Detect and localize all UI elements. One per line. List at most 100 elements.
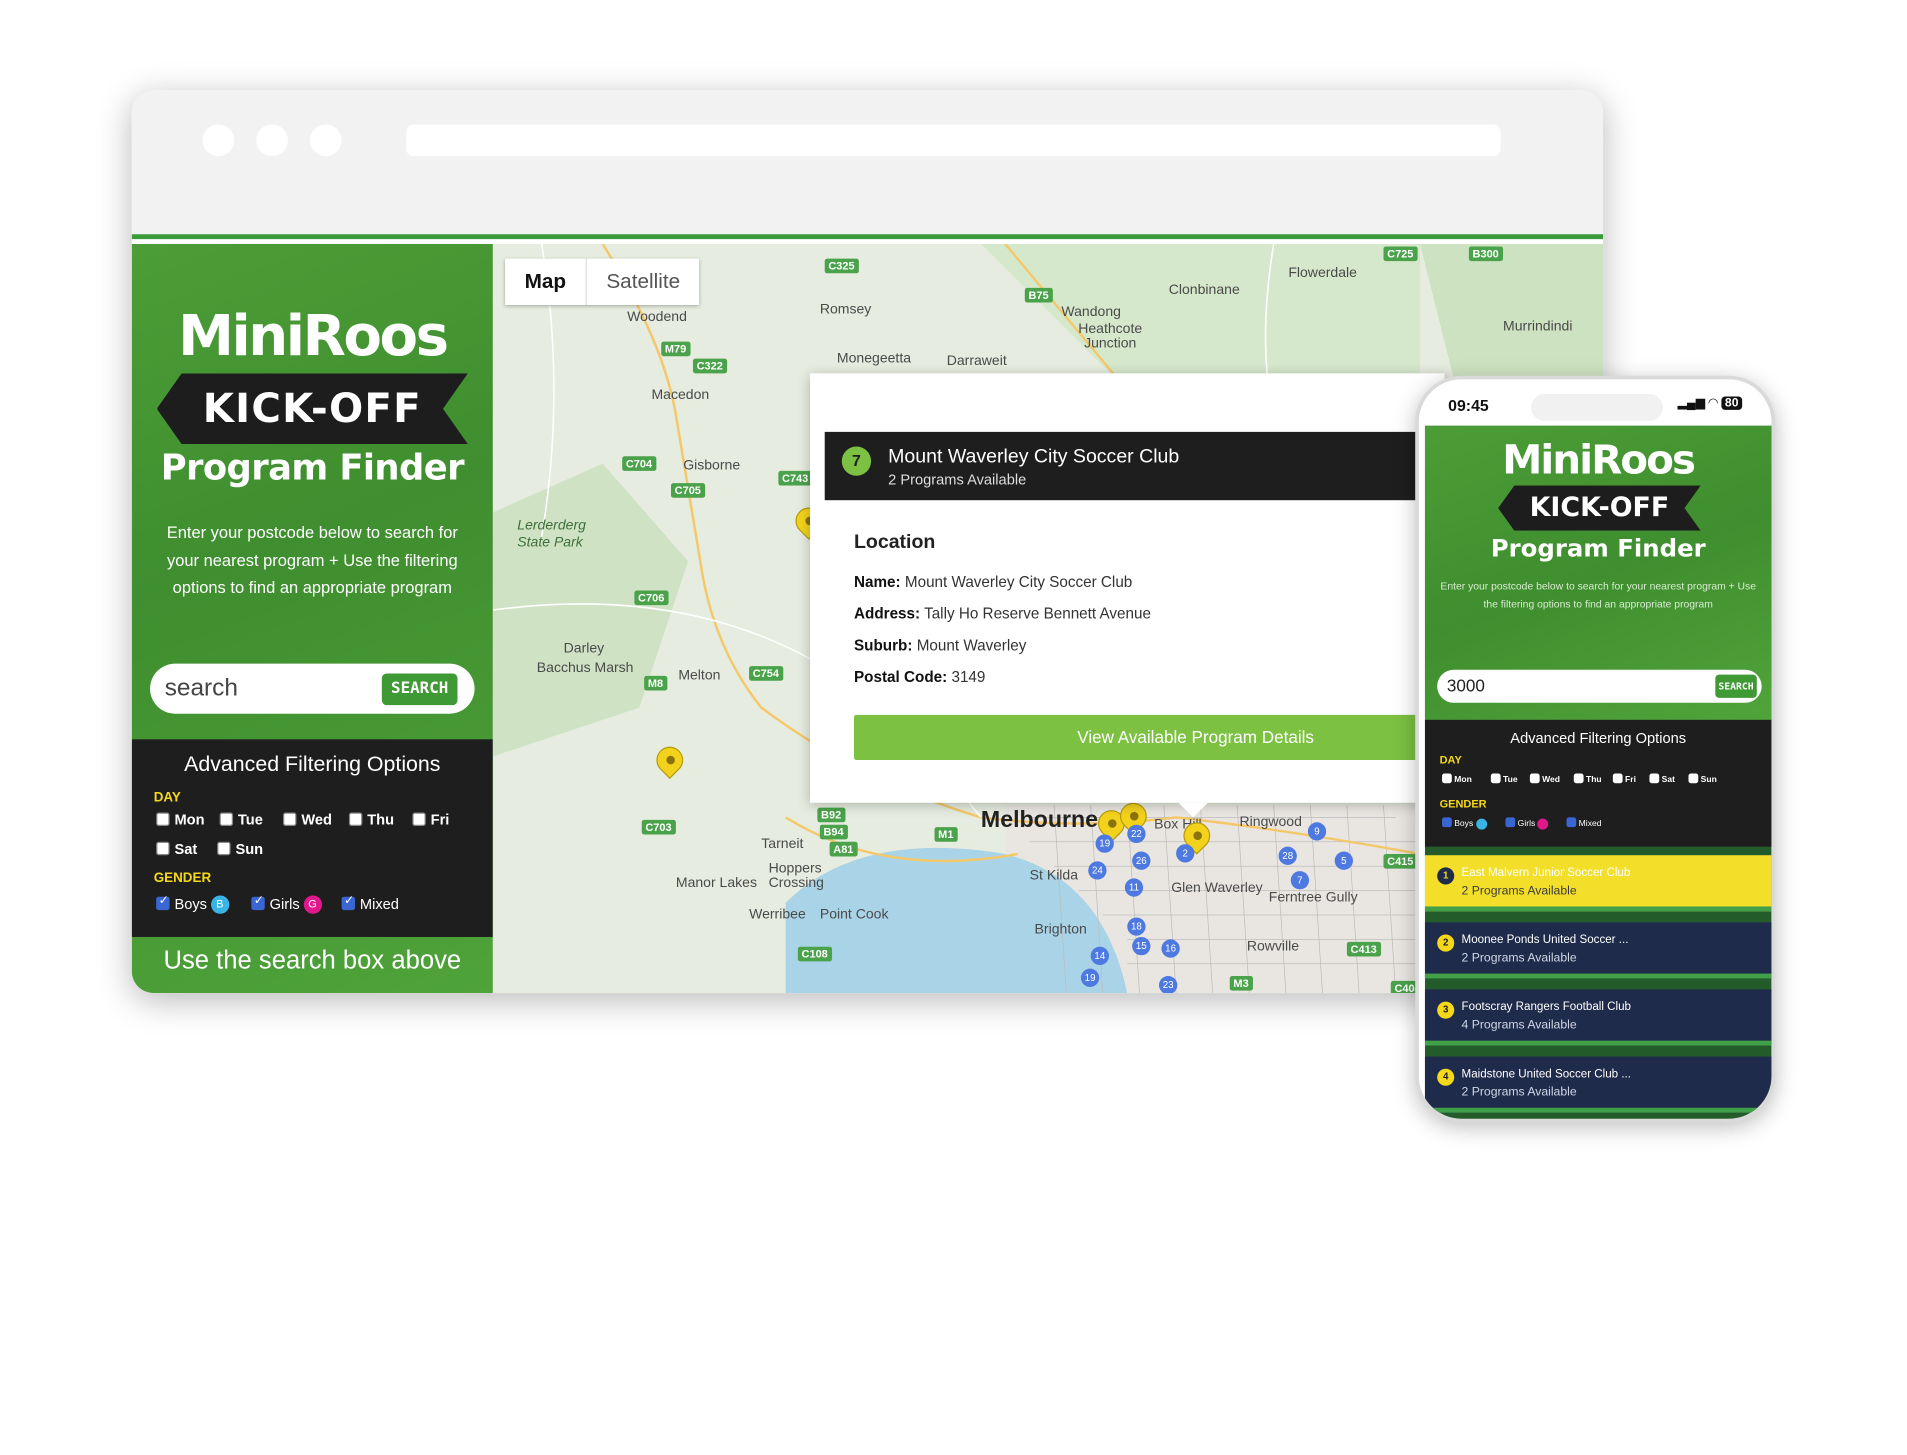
gender-checkbox-girls[interactable]: GirlsG	[251, 894, 322, 915]
address-bar[interactable]	[406, 124, 1501, 157]
phone-gender-checkbox-mixed[interactable]: Mixed	[1566, 817, 1601, 828]
map-cluster-marker[interactable]: 26	[1132, 851, 1151, 870]
map-cluster-marker[interactable]: 24	[1088, 861, 1107, 880]
day-checkbox-sun[interactable]: Sun	[217, 841, 263, 858]
result-number: 3	[1437, 1001, 1455, 1019]
map-cluster-marker[interactable]: 18	[1127, 917, 1146, 936]
phone-gender-mixed: Mixed	[1578, 819, 1602, 829]
map-label: St Kilda	[1029, 868, 1079, 884]
map-label: Monegeetta	[836, 351, 912, 366]
popup-section-title: Location	[854, 531, 936, 553]
phone-boys-badge-icon	[1475, 818, 1487, 830]
gender-label-mixed: Mixed	[359, 895, 399, 913]
map-cluster-marker[interactable]: 2	[1176, 844, 1195, 863]
result-item[interactable]: 1 East Malvern Junior Soccer Club 2 Prog…	[1424, 855, 1772, 912]
day-label-wed: Wed	[301, 811, 332, 829]
window-close-dot[interactable]	[202, 124, 235, 157]
phone-gender-checkbox-boys[interactable]: Boys	[1442, 817, 1487, 830]
phone-day-checkbox-wed[interactable]: Wed	[1529, 773, 1560, 784]
day-checkbox-tue[interactable]: Tue	[219, 811, 263, 828]
map-label: Murrindindi	[1503, 319, 1573, 335]
status-time: 09:45	[1448, 396, 1489, 415]
map-cluster-marker[interactable]: 19	[1095, 834, 1114, 853]
girls-badge-icon: G	[303, 895, 322, 915]
map-label: Bacchus Marsh	[536, 661, 634, 676]
gender-checkbox-mixed[interactable]: Mixed	[341, 894, 399, 913]
map-type-map[interactable]: Map	[505, 258, 587, 305]
map-label: Tarneit	[761, 836, 804, 852]
popup-postal-label: Postal Code:	[854, 668, 948, 686]
search-input[interactable]: search SEARCH	[150, 663, 475, 714]
phone-day-mon: Mon	[1454, 775, 1472, 785]
road-shield: C705	[671, 483, 705, 498]
result-number: 4	[1437, 1068, 1455, 1086]
day-label-thu: Thu	[367, 811, 395, 829]
phone-day-thu: Thu	[1586, 775, 1602, 785]
phone-girls-badge-icon	[1537, 818, 1549, 830]
popup-header: 7 Mount Waverley City Soccer Club 2 Prog…	[824, 431, 1445, 501]
road-shield: C704	[622, 456, 656, 471]
phone-gender-boys: Boys	[1454, 819, 1474, 829]
road-shield: C703	[641, 819, 676, 835]
phone-search-button[interactable]: SEARCH	[1715, 674, 1757, 698]
phone-gender-checkbox-girls[interactable]: Girls	[1505, 817, 1549, 830]
map-label: Wandong	[1061, 305, 1121, 320]
result-programs: 2 Programs Available	[1461, 1085, 1577, 1100]
search-button[interactable]: SEARCH	[381, 673, 458, 706]
desktop-page: MiniRoos KICK-OFF Program Finder Enter y…	[131, 244, 1604, 994]
footer-hint: Use the search box above	[163, 946, 462, 975]
map-label: Woodend	[627, 309, 687, 325]
phone-screen: MiniRoos KICK-OFF Program Finder Enter y…	[1424, 425, 1772, 1119]
day-checkbox-mon[interactable]: Mon	[156, 811, 205, 829]
day-label-mon: Mon	[174, 811, 205, 829]
road-shield: C415	[1383, 854, 1418, 869]
map-cluster-marker[interactable]: 15	[1132, 936, 1151, 956]
map-cluster-marker[interactable]: 22	[1127, 824, 1146, 844]
phone-gender-label: GENDER	[1439, 797, 1487, 811]
result-number: 2	[1437, 934, 1455, 952]
road-shield: C325	[824, 258, 859, 274]
map-cluster-marker[interactable]: 11	[1124, 878, 1144, 897]
map-cluster-marker[interactable]: 5	[1334, 851, 1353, 870]
day-checkbox-sat[interactable]: Sat	[156, 841, 197, 858]
result-item[interactable]: 2 Moonee Ponds United Soccer ... 2 Progr…	[1424, 922, 1772, 979]
result-item[interactable]: 3 Footscray Rangers Football Club 4 Prog…	[1424, 989, 1772, 1046]
logo-kickoff-banner: KICK-OFF	[156, 373, 468, 445]
result-item[interactable]: 4 Maidstone United Soccer Club ... 2 Pro…	[1424, 1056, 1772, 1113]
map-cluster-marker[interactable]: 23	[1159, 976, 1178, 994]
day-checkbox-wed[interactable]: Wed	[283, 811, 332, 828]
phone-day-checkbox-mon[interactable]: Mon	[1442, 773, 1472, 784]
boys-badge-icon: B	[210, 895, 229, 915]
window-maximize-dot[interactable]	[309, 124, 342, 157]
day-label: DAY	[153, 790, 181, 806]
phone-day-checkbox-sun[interactable]: Sun	[1688, 773, 1717, 784]
map-city-label: Melbourne	[980, 807, 1099, 834]
phone-day-checkbox-sat[interactable]: Sat	[1649, 773, 1675, 784]
map-cluster-marker[interactable]: 16	[1161, 939, 1180, 958]
map-type-satellite[interactable]: Satellite	[587, 259, 700, 305]
day-checkbox-fri[interactable]: Fri	[412, 811, 449, 828]
map-label: Macedon	[651, 387, 710, 403]
phone-day-checkbox-thu[interactable]: Thu	[1573, 773, 1602, 785]
map-cluster-marker[interactable]: 19	[1080, 968, 1100, 987]
map-cluster-marker[interactable]: 14	[1090, 946, 1109, 966]
gender-label-girls: Girls	[269, 895, 300, 913]
map-cluster-marker[interactable]: 28	[1278, 846, 1297, 865]
phone-logo-kickoff: KICK-OFF	[1498, 485, 1701, 531]
status-icons: ▂▄▆ ◠ 80	[1677, 396, 1743, 410]
phone-device: 09:45 ▂▄▆ ◠ 80 MiniRoos KICK-OFF Program…	[1415, 375, 1776, 1123]
phone-day-checkbox-fri[interactable]: Fri	[1612, 773, 1636, 784]
day-checkbox-thu[interactable]: Thu	[348, 811, 395, 829]
map-label: Melton	[678, 668, 721, 684]
phone-search-input[interactable]: 3000 SEARCH	[1437, 669, 1762, 703]
map-cluster-marker[interactable]: 7	[1290, 871, 1310, 890]
window-minimize-dot[interactable]	[256, 124, 288, 157]
gender-checkbox-boys[interactable]: BoysB	[156, 894, 229, 915]
result-number: 1	[1437, 867, 1455, 885]
phone-day-checkbox-tue[interactable]: Tue	[1490, 773, 1518, 784]
signal-icon: ▂▄▆	[1677, 396, 1706, 410]
popup-marker-number: 7	[841, 446, 872, 476]
road-shield: M79	[661, 341, 690, 357]
dynamic-island	[1531, 394, 1663, 421]
map-cluster-marker[interactable]: 9	[1307, 822, 1327, 841]
